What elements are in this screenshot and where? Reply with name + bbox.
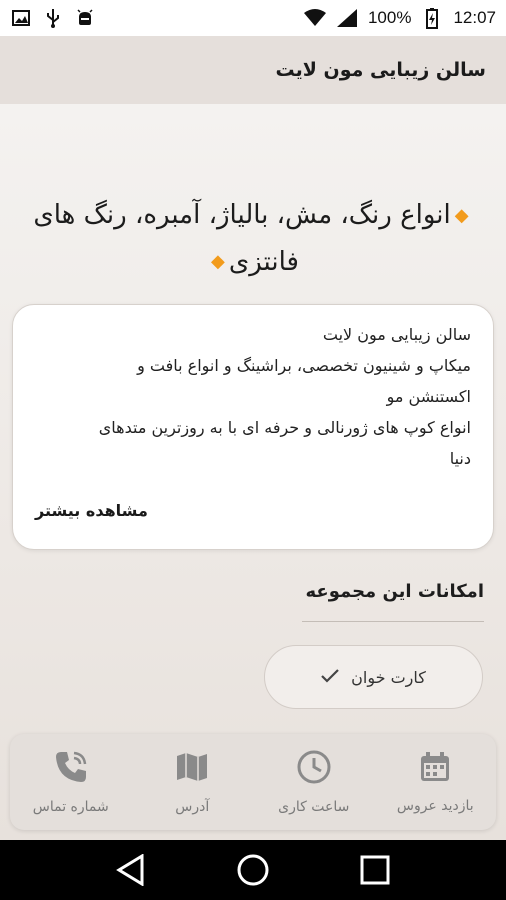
description-line: اکستنشن مو [386,387,471,406]
description-line: انواع کوپ های ژورنالی و حرفه ای با به رو… [98,418,471,437]
clock-time: 12:07 [453,8,496,27]
app-title: سالن زیبایی مون لایت [275,59,486,81]
clock-icon [296,749,332,789]
image-icon [10,7,32,29]
home-icon[interactable] [233,850,273,890]
status-bar-system: 100% 12:07 [303,7,496,29]
signal-icon [336,7,358,29]
recents-icon[interactable] [355,850,395,890]
services-headline: ◆انواع رنگ، مش، بالیاژ، آمبره، رنگ های ف… [16,192,490,285]
facilities-title: امکانات این مجموعه [305,581,485,602]
calendar-icon [418,750,452,788]
status-bar-notifications [10,7,96,29]
nav-working-hours[interactable]: ساعت کاری [253,734,375,830]
nav-phone-number[interactable]: شماره تماس [10,734,132,830]
main-content[interactable]: ◆انواع رنگ، مش، بالیاژ، آمبره، رنگ های ف… [0,104,506,840]
nav-label: آدرس [175,799,210,815]
status-bar: 100% 12:07 [0,0,506,36]
system-navigation-bar [0,840,506,900]
headline-text-2: فانتزی [228,246,299,277]
diamond-bullet-icon: ◆ [454,204,469,226]
description-card: سالن زیبایی مون لایت میکاپ و شینیون تخصص… [12,304,494,550]
nav-label: بازدید عروس [396,798,474,814]
section-divider [302,621,484,622]
nav-bridal-visit[interactable]: بازدید عروس [375,734,497,830]
nav-label: ساعت کاری [278,799,350,815]
headline-text-1: انواع رنگ، مش، بالیاژ، آمبره، رنگ های [33,200,451,230]
description-line: میکاپ و شینیون تخصصی، براشینگ و انواع با… [137,356,471,375]
phone-icon [53,749,89,789]
battery-percent: 100% [367,8,412,27]
description-line: سالن زیبایی مون لایت [322,325,471,344]
see-more-link[interactable]: مشاهده بیشتر [35,501,148,520]
facility-label: کارت خوان [351,667,426,687]
usb-icon [42,7,64,29]
headline-line-1: ◆انواع رنگ، مش، بالیاژ، آمبره، رنگ های [16,192,490,239]
map-icon [174,749,210,789]
android-debug-icon [74,7,96,29]
headline-line-2: فانتزی◆ [16,239,490,286]
nav-label: شماره تماس [32,799,109,815]
facility-card-reader-chip: کارت خوان [264,645,483,709]
nav-address[interactable]: آدرس [132,734,254,830]
app-bar: سالن زیبایی مون لایت [0,36,506,104]
wifi-icon [303,7,326,29]
bottom-navigation: بازدید عروس ساعت کاری آدرس شماره تماس [10,734,496,830]
battery-charging-icon [421,7,443,29]
back-icon[interactable] [111,850,151,890]
diamond-bullet-icon: ◆ [211,251,225,272]
check-icon [321,668,339,687]
description-line: دنیا [449,449,471,468]
